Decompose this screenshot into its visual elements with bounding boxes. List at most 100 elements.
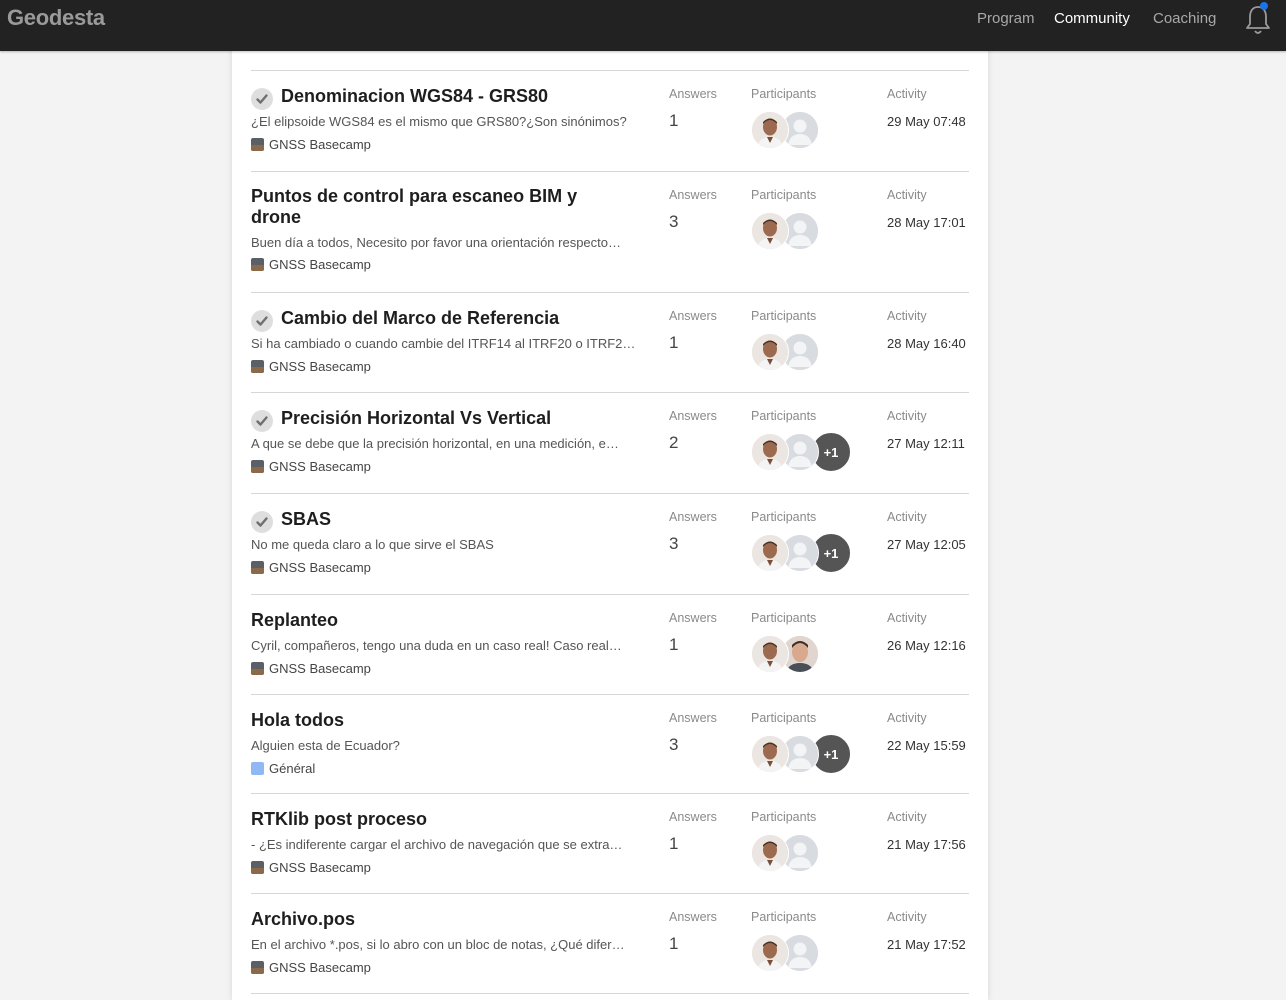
category-thumbnail-icon: [251, 258, 264, 271]
topic-row[interactable]: Denominacion WGS84 - GRS80 ¿El elipsoide …: [251, 70, 969, 171]
topic-title-link[interactable]: Cambio del Marco de Referencia: [281, 308, 559, 329]
topic-excerpt: En el archivo *.pos, si lo abro con un b…: [251, 937, 625, 952]
topic-title-link[interactable]: Hola todos: [251, 710, 344, 731]
activity-timestamp[interactable]: 21 May 17:56: [887, 837, 966, 852]
topic-title-wrap: Archivo.pos: [251, 909, 651, 930]
answers-count: 1: [669, 635, 679, 654]
activity-column-label: Activity: [887, 409, 927, 423]
solved-check-icon: [251, 310, 273, 332]
activity-column-label: Activity: [887, 309, 927, 323]
participant-avatar[interactable]: [751, 834, 789, 872]
nav-link-program[interactable]: Program: [977, 10, 1035, 27]
answers-count: 1: [669, 934, 679, 953]
topic-excerpt: Cyril, compañeros, tengo una duda en un …: [251, 638, 622, 653]
participant-avatar[interactable]: [751, 433, 789, 471]
solved-check-icon: [251, 511, 273, 533]
participants-column-label: Participants: [751, 409, 817, 423]
activity-timestamp[interactable]: 26 May 12:16: [887, 638, 966, 653]
topic-title-wrap: Precisión Horizontal Vs Vertical: [251, 408, 651, 432]
topic-title-link[interactable]: SBAS: [281, 509, 331, 530]
answers-column-label: Answers: [669, 510, 717, 524]
topic-excerpt: No me queda claro a lo que sirve el SBAS: [251, 537, 494, 552]
topic-category-label: GNSS Basecamp: [269, 359, 371, 374]
answers-column-label: Answers: [669, 188, 717, 202]
topic-category-link[interactable]: GNSS Basecamp: [251, 560, 371, 575]
topic-category-label: Général: [269, 761, 316, 776]
site-logo[interactable]: Geodesta: [7, 5, 105, 31]
answers-count: 3: [669, 212, 679, 231]
activity-timestamp[interactable]: 29 May 07:48: [887, 114, 966, 129]
topic-title-link[interactable]: Precisión Horizontal Vs Vertical: [281, 408, 551, 429]
participant-avatar[interactable]: [751, 534, 789, 572]
topic-list-card: Denominacion WGS84 - GRS80 ¿El elipsoide …: [232, 0, 988, 1000]
activity-column-label: Activity: [887, 510, 927, 524]
topic-row[interactable]: Cambio del Marco de Referencia Si ha camb…: [251, 292, 969, 392]
topic-title-link[interactable]: Archivo.pos: [251, 909, 355, 930]
activity-timestamp[interactable]: 22 May 15:59: [887, 738, 966, 753]
participants-column-label: Participants: [751, 87, 817, 101]
topic-category-link[interactable]: GNSS Basecamp: [251, 137, 371, 152]
answers-column-label: Answers: [669, 409, 717, 423]
answers-count: 1: [669, 333, 679, 352]
activity-timestamp[interactable]: 28 May 16:40: [887, 336, 966, 351]
answers-column-label: Answers: [669, 309, 717, 323]
category-thumbnail-icon: [251, 961, 264, 974]
participants-column-label: Participants: [751, 910, 817, 924]
topic-excerpt: A que se debe que la precisión horizonta…: [251, 436, 619, 451]
activity-timestamp[interactable]: 21 May 17:52: [887, 937, 966, 952]
topic-category-link[interactable]: GNSS Basecamp: [251, 860, 371, 875]
topic-category-link[interactable]: GNSS Basecamp: [251, 459, 371, 474]
answers-count: 3: [669, 534, 679, 553]
answers-column-label: Answers: [669, 910, 717, 924]
activity-timestamp[interactable]: 28 May 17:01: [887, 215, 966, 230]
participants-column-label: Participants: [751, 810, 817, 824]
topic-excerpt: Si ha cambiado o cuando cambie del ITRF1…: [251, 336, 641, 351]
activity-timestamp[interactable]: 27 May 12:05: [887, 537, 966, 552]
category-thumbnail-icon: [251, 561, 264, 574]
topic-category-link[interactable]: GNSS Basecamp: [251, 257, 371, 272]
participant-avatar[interactable]: [751, 111, 789, 149]
category-thumbnail-icon: [251, 138, 264, 151]
participant-avatar[interactable]: [751, 212, 789, 250]
nav-link-coaching[interactable]: Coaching: [1153, 10, 1216, 27]
category-thumbnail-icon: [251, 460, 264, 473]
topic-row[interactable]: SBAS No me queda claro a lo que sirve el …: [251, 493, 969, 594]
participant-avatar[interactable]: [751, 333, 789, 371]
topic-title-wrap: RTKlib post proceso: [251, 809, 651, 830]
participant-avatar[interactable]: [751, 735, 789, 773]
activity-column-label: Activity: [887, 910, 927, 924]
topic-title-link[interactable]: Denominacion WGS84 - GRS80: [281, 86, 548, 107]
topic-excerpt: - ¿Es indiferente cargar el archivo de n…: [251, 837, 623, 852]
activity-column-label: Activity: [887, 611, 927, 625]
notification-bell-icon[interactable]: [1243, 3, 1273, 37]
topic-title-wrap: SBAS: [251, 509, 651, 533]
answers-count: 3: [669, 735, 679, 754]
topic-row[interactable]: Archivo.pos En el archivo *.pos, si lo ab…: [251, 893, 969, 994]
topic-row[interactable]: Replanteo Cyril, compañeros, tengo una du…: [251, 594, 969, 694]
participant-avatar[interactable]: [751, 934, 789, 972]
topic-row[interactable]: Hola todos Alguien esta de Ecuador? Généra…: [251, 694, 969, 793]
topic-category-link[interactable]: GNSS Basecamp: [251, 359, 371, 374]
notification-badge: [1260, 2, 1268, 10]
top-navigation-bar: Geodesta Program Community Coaching: [0, 0, 1286, 51]
topic-row[interactable]: RTKlib post proceso - ¿Es indiferente car…: [251, 793, 969, 893]
activity-timestamp[interactable]: 27 May 12:11: [887, 436, 965, 451]
topic-category-label: GNSS Basecamp: [269, 661, 371, 676]
answers-count: 1: [669, 834, 679, 853]
answers-column-label: Answers: [669, 711, 717, 725]
topic-row[interactable]: Puntos de control para escaneo BIM y dro…: [251, 171, 969, 292]
topic-title-link[interactable]: Puntos de control para escaneo BIM y dro…: [251, 186, 611, 228]
answers-column-label: Answers: [669, 87, 717, 101]
topic-row[interactable]: Precisión Horizontal Vs Vertical A que se…: [251, 392, 969, 493]
topic-category-label: GNSS Basecamp: [269, 459, 371, 474]
participants-column-label: Participants: [751, 611, 817, 625]
topic-category-link[interactable]: GNSS Basecamp: [251, 960, 371, 975]
participant-avatar[interactable]: [751, 635, 789, 673]
topic-title-wrap: Cambio del Marco de Referencia: [251, 308, 651, 332]
topic-title-link[interactable]: Replanteo: [251, 610, 338, 631]
topic-category-link[interactable]: GNSS Basecamp: [251, 661, 371, 676]
nav-link-community[interactable]: Community: [1054, 10, 1130, 27]
topic-title-wrap: Puntos de control para escaneo BIM y dro…: [251, 186, 651, 228]
topic-title-link[interactable]: RTKlib post proceso: [251, 809, 427, 830]
topic-category-link[interactable]: Général: [251, 761, 315, 776]
